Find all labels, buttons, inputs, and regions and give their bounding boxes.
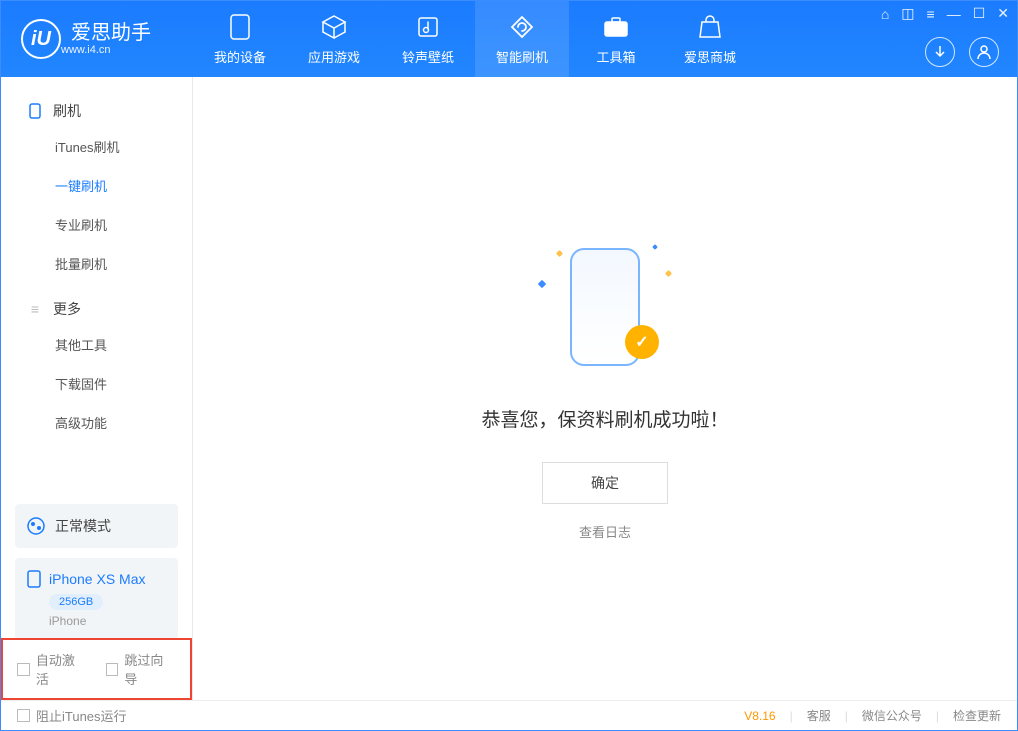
profile-button[interactable] (969, 37, 999, 67)
device-info-box[interactable]: iPhone XS Max 256GB iPhone (15, 558, 178, 640)
device-type: iPhone (49, 614, 166, 628)
tab-label: 应用游戏 (308, 47, 360, 66)
download-button[interactable] (925, 37, 955, 67)
top-nav: iU 爱思助手 www.i4.cn 我的设备 应用游戏 铃声壁纸 智能刷机 工具… (1, 1, 1017, 77)
sidebar-section-more: ≡ 更多 (1, 293, 192, 325)
lock-icon[interactable]: ◫ (901, 5, 914, 22)
checkbox-label: 阻止iTunes运行 (36, 706, 127, 725)
music-icon (414, 13, 442, 41)
tab-store[interactable]: 爱思商城 (663, 1, 757, 77)
ok-button[interactable]: 确定 (542, 462, 668, 504)
main-tabs: 我的设备 应用游戏 铃声壁纸 智能刷机 工具箱 爱思商城 (193, 1, 757, 77)
device-mode-box[interactable]: 正常模式 (15, 504, 178, 548)
maximize-icon[interactable]: ☐ (973, 5, 986, 22)
sidebar-section-flash: 刷机 (1, 95, 192, 127)
block-itunes-checkbox[interactable]: 阻止iTunes运行 (17, 706, 127, 725)
sidebar-item-batch-flash[interactable]: 批量刷机 (1, 244, 192, 283)
success-message: 恭喜您，保资料刷机成功啦！ (481, 405, 728, 432)
tab-flash[interactable]: 智能刷机 (475, 1, 569, 77)
phone-outline-icon (27, 103, 43, 119)
sidebar-item-pro-flash[interactable]: 专业刷机 (1, 205, 192, 244)
auto-activate-checkbox[interactable]: 自动激活 (17, 650, 88, 688)
close-icon[interactable]: ✕ (997, 5, 1009, 22)
version-label: V8.16 (744, 709, 775, 723)
shirt-icon[interactable]: ⌂ (881, 6, 889, 22)
view-log-link[interactable]: 查看日志 (579, 522, 631, 541)
checkbox-label: 跳过向导 (124, 650, 176, 688)
tab-label: 工具箱 (596, 47, 635, 66)
phone-icon (226, 13, 254, 41)
toolbox-icon (602, 13, 630, 41)
wechat-link[interactable]: 微信公众号 (862, 707, 922, 724)
sidebar-item-other-tools[interactable]: 其他工具 (1, 325, 192, 364)
cube-icon (320, 13, 348, 41)
main-content: ✓ 恭喜您，保资料刷机成功啦！ 确定 查看日志 (193, 77, 1017, 700)
logo: iU 爱思助手 www.i4.cn (1, 19, 193, 59)
sidebar-head-label: 刷机 (53, 101, 81, 121)
window-controls: ⌂ ◫ ≡ — ☐ ✕ (881, 5, 1009, 22)
sidebar: 刷机 iTunes刷机 一键刷机 专业刷机 批量刷机 ≡ 更多 其他工具 下载固… (1, 77, 193, 700)
status-bar: 阻止iTunes运行 V8.16 | 客服 | 微信公众号 | 检查更新 (1, 700, 1017, 730)
app-name: 爱思助手 (71, 22, 151, 44)
logo-icon: iU (21, 19, 61, 59)
list-icon: ≡ (27, 301, 43, 317)
tab-toolbox[interactable]: 工具箱 (569, 1, 663, 77)
support-link[interactable]: 客服 (807, 707, 831, 724)
user-buttons (925, 37, 999, 67)
skip-guide-checkbox[interactable]: 跳过向导 (106, 650, 177, 688)
sidebar-item-advanced[interactable]: 高级功能 (1, 403, 192, 442)
sidebar-head-label: 更多 (53, 299, 81, 319)
device-name: iPhone XS Max (49, 571, 146, 587)
app-site: www.i4.cn (61, 44, 151, 56)
device-mode-label: 正常模式 (55, 516, 111, 536)
tab-label: 我的设备 (214, 47, 266, 66)
check-update-link[interactable]: 检查更新 (953, 707, 1001, 724)
sidebar-item-oneclick-flash[interactable]: 一键刷机 (1, 166, 192, 205)
sidebar-item-download-firmware[interactable]: 下载固件 (1, 364, 192, 403)
tab-label: 智能刷机 (496, 47, 548, 66)
sidebar-item-itunes-flash[interactable]: iTunes刷机 (1, 127, 192, 166)
highlighted-options: 自动激活 跳过向导 (1, 638, 192, 700)
checkbox-label: 自动激活 (36, 650, 88, 688)
tab-ringtones[interactable]: 铃声壁纸 (381, 1, 475, 77)
menu-icon[interactable]: ≡ (927, 6, 935, 22)
tab-label: 铃声壁纸 (402, 47, 454, 66)
success-check-icon: ✓ (625, 325, 659, 359)
tab-apps-games[interactable]: 应用游戏 (287, 1, 381, 77)
device-storage: 256GB (49, 594, 103, 610)
bag-icon (696, 13, 724, 41)
tab-label: 爱思商城 (684, 47, 736, 66)
tab-my-device[interactable]: 我的设备 (193, 1, 287, 77)
success-illustration: ✓ (535, 237, 675, 377)
refresh-icon (508, 13, 536, 41)
minimize-icon[interactable]: — (947, 6, 961, 22)
device-phone-icon (27, 570, 41, 588)
